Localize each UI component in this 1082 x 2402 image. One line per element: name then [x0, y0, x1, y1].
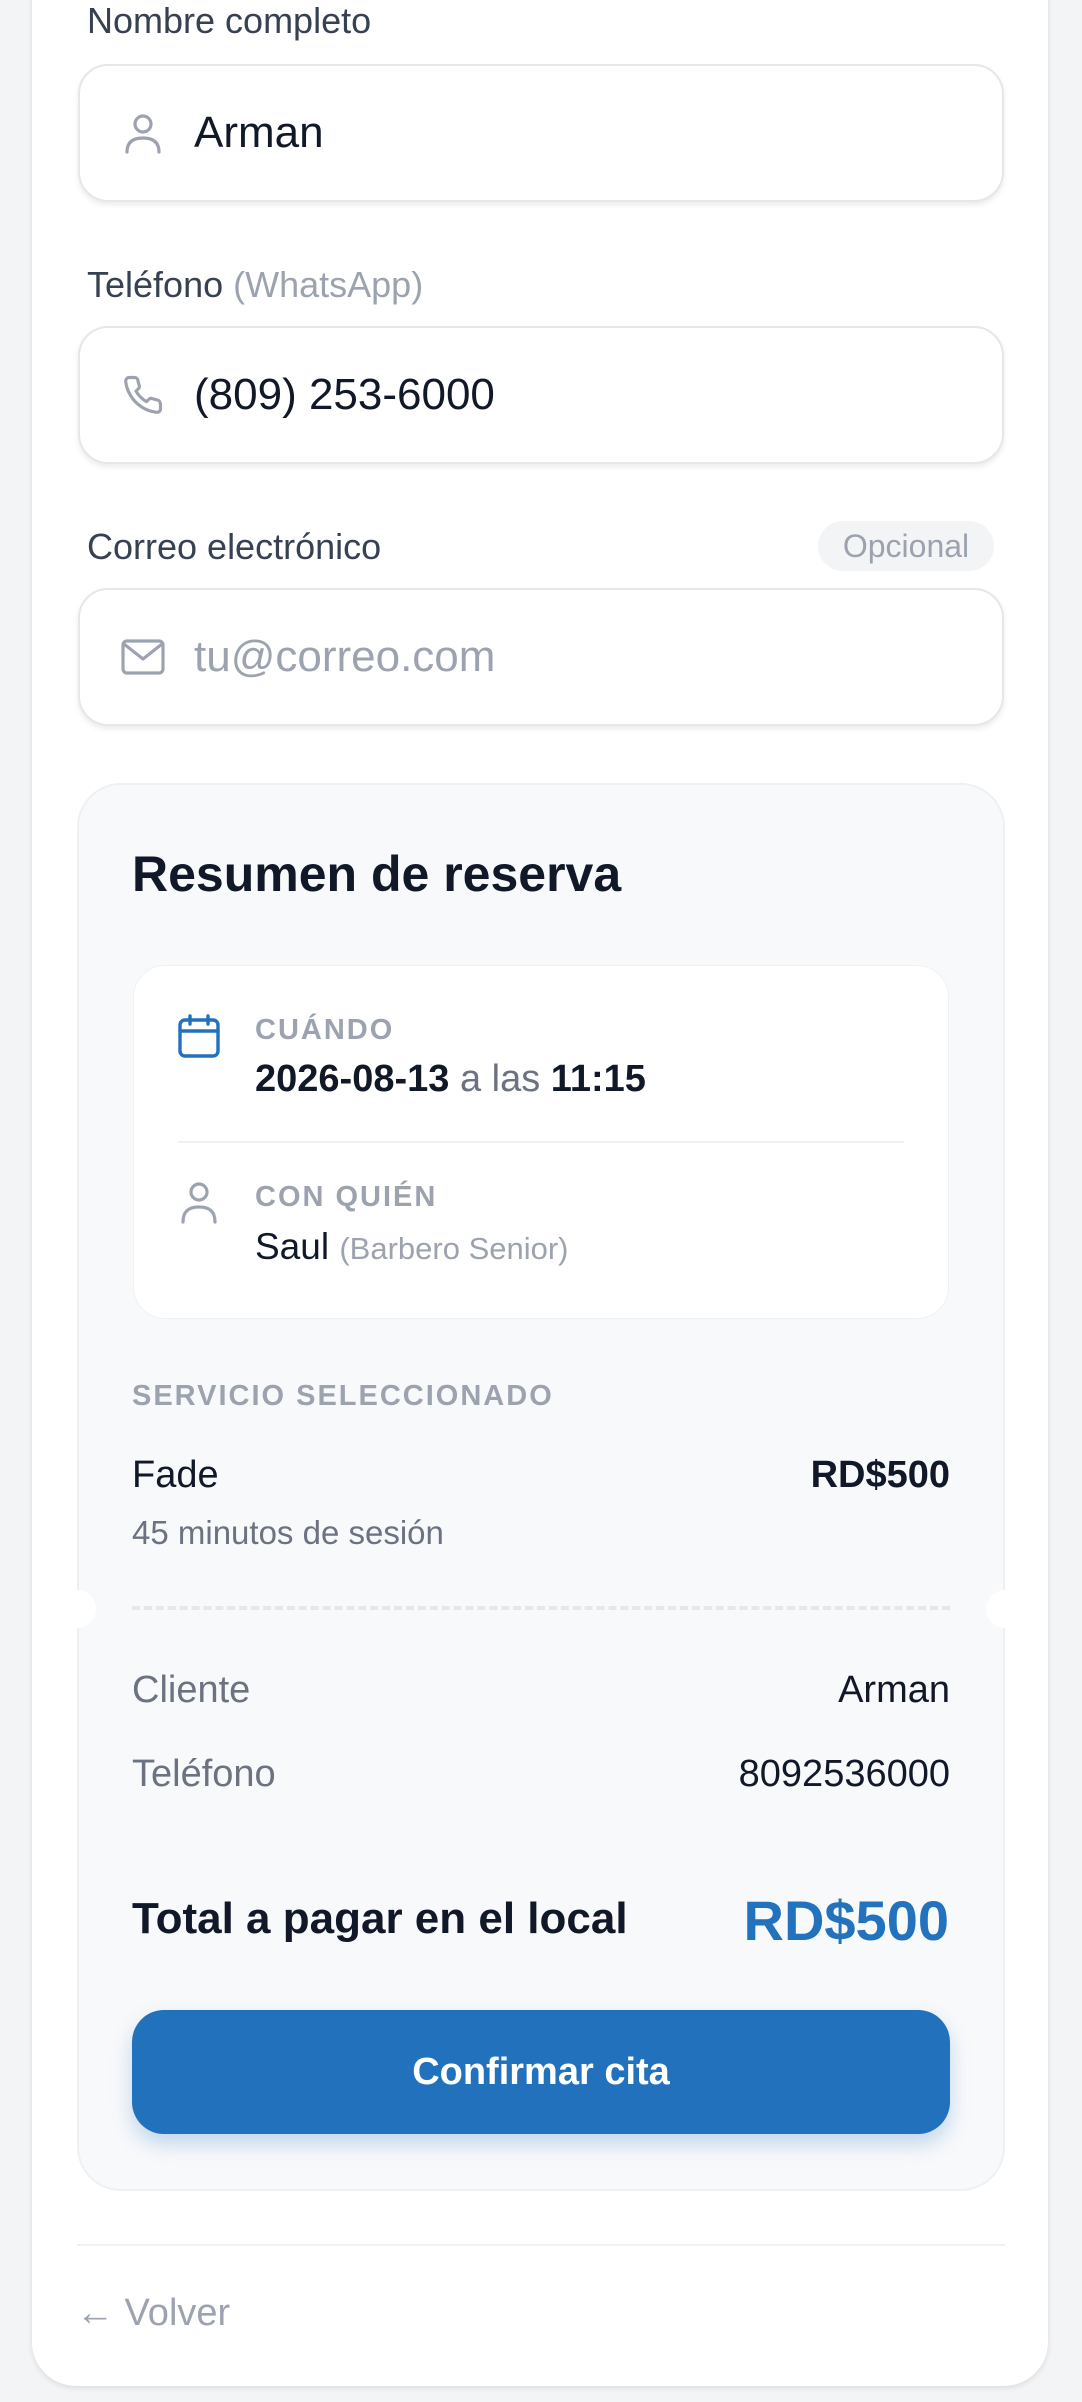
service-duration: 45 minutos de sesión	[132, 1514, 444, 1551]
name-label: Nombre completo	[87, 0, 372, 41]
at-text: a las	[459, 1058, 541, 1100]
with-label: CON QUIÉN	[255, 1181, 438, 1213]
email-field[interactable]: tu@correo.com	[78, 588, 1004, 726]
details-divider	[178, 1141, 904, 1143]
barber-role: (Barbero Senior)	[339, 1231, 569, 1266]
service-name: Fade	[132, 1454, 219, 1496]
confirm-appointment-button[interactable]: Confirmar cita	[132, 2010, 950, 2134]
phone-label-hint: (WhatsApp)	[233, 264, 424, 305]
footer-divider	[77, 2244, 1005, 2246]
summary-phone-value: 8092536000	[738, 1753, 950, 1795]
mail-icon	[120, 634, 166, 680]
phone-label: Teléfono (WhatsApp)	[87, 264, 423, 306]
optional-badge: Opcional	[818, 521, 994, 571]
when-value: 2026-08-13 a las 11:15	[255, 1058, 646, 1101]
phone-label-text: Teléfono	[87, 264, 224, 305]
client-value: Arman	[838, 1669, 950, 1711]
name-field[interactable]: Arman	[78, 64, 1004, 202]
ticket-notch-left	[58, 1590, 96, 1628]
summary-phone-label: Teléfono	[132, 1753, 276, 1795]
appointment-time: 11:15	[550, 1058, 646, 1100]
dashed-separator	[132, 1606, 950, 1610]
calendar-icon	[178, 1014, 220, 1063]
service-price: RD$500	[810, 1454, 950, 1496]
total-label: Total a pagar en el local	[132, 1894, 628, 1943]
client-label: Cliente	[132, 1669, 251, 1711]
user-icon	[120, 110, 166, 156]
back-link[interactable]: ← Volver	[76, 2292, 230, 2335]
name-value: Arman	[194, 108, 324, 157]
service-label: SERVICIO SELECCIONADO	[132, 1380, 554, 1412]
appointment-date: 2026-08-13	[255, 1058, 450, 1100]
email-placeholder: tu@correo.com	[194, 632, 496, 681]
summary-title: Resumen de reserva	[132, 846, 622, 902]
phone-value: (809) 253-6000	[194, 370, 495, 419]
barber-value: Saul (Barbero Senior)	[255, 1226, 569, 1268]
barber-name: Saul	[255, 1226, 330, 1267]
phone-icon	[120, 372, 166, 418]
user-icon	[179, 1180, 219, 1229]
ticket-notch-right	[986, 1590, 1024, 1628]
email-label: Correo electrónico	[87, 526, 382, 567]
total-value: RD$500	[743, 1889, 949, 1952]
phone-field[interactable]: (809) 253-6000	[78, 326, 1004, 464]
when-label: CUÁNDO	[255, 1014, 395, 1046]
